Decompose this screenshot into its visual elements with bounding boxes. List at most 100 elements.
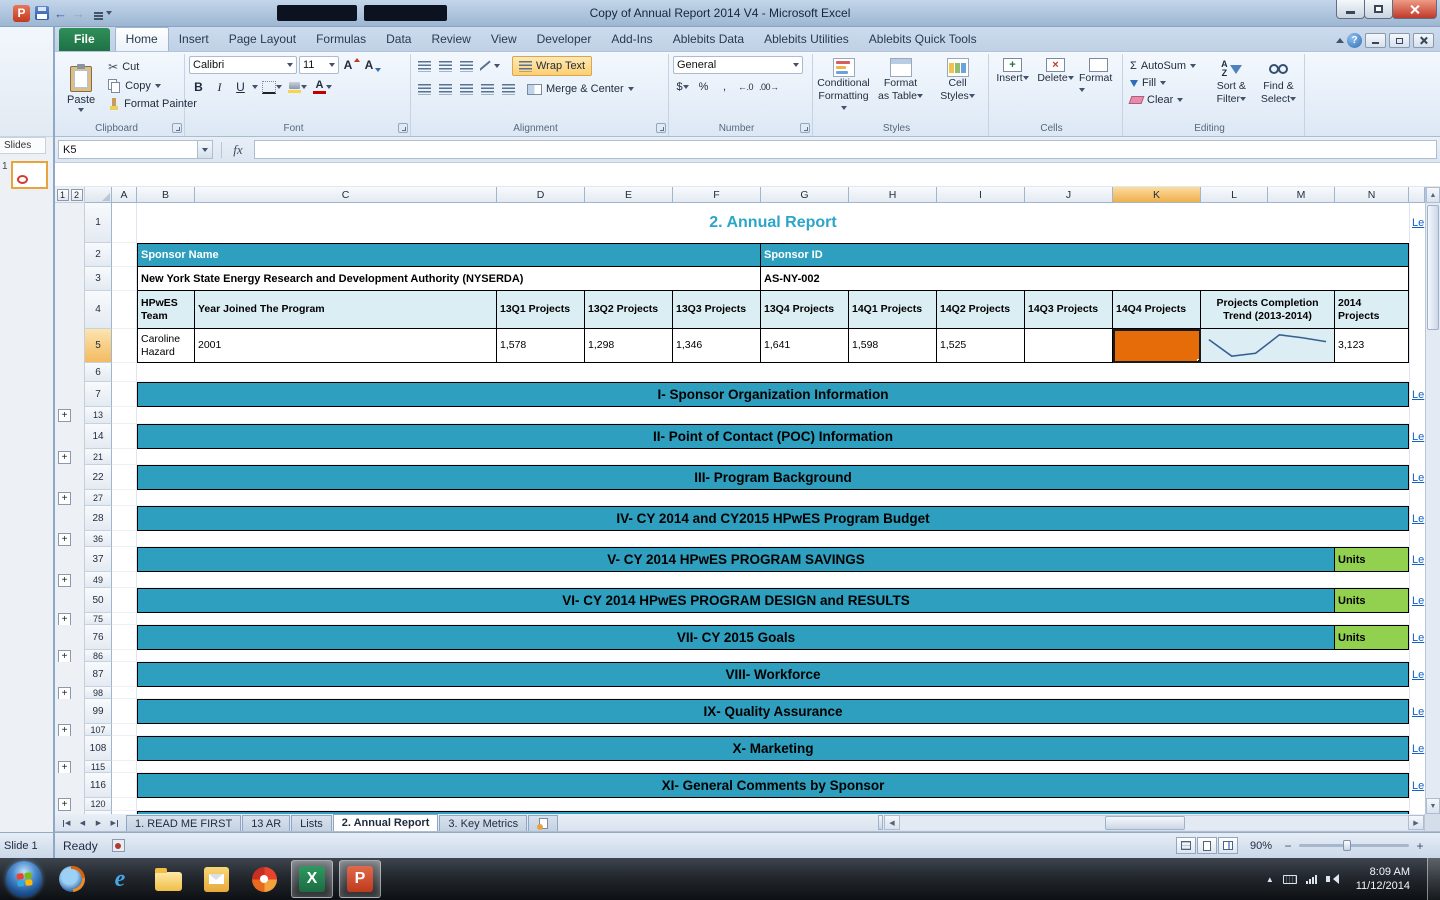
cell[interactable] xyxy=(137,531,1409,547)
table-header-cell[interactable]: HPwES Team xyxy=(137,291,195,329)
sheet-tab-annual-report[interactable]: 2. Annual Report xyxy=(333,814,439,831)
row-header[interactable]: 22 xyxy=(85,465,112,490)
close-button[interactable] xyxy=(1392,0,1437,19)
taskbar-outlook-icon[interactable] xyxy=(195,860,237,898)
sponsor-name-cell[interactable]: New York State Energy Research and Devel… xyxy=(137,267,761,291)
row-header[interactable]: 115 xyxy=(85,761,112,773)
align-left-button[interactable] xyxy=(415,80,434,98)
cell[interactable] xyxy=(112,407,137,424)
sort-filter-button[interactable]: AZ Sort & Filter xyxy=(1210,56,1253,121)
outline-expand-button[interactable]: + xyxy=(58,492,71,505)
horizontal-scroll-thumb[interactable] xyxy=(1105,816,1185,830)
wrap-text-button[interactable]: Wrap Text xyxy=(512,56,592,76)
tab-file[interactable]: File xyxy=(59,28,110,51)
data-cell[interactable]: 1,346 xyxy=(673,329,761,363)
bold-button[interactable]: B xyxy=(189,78,208,96)
cell[interactable] xyxy=(112,625,137,650)
workbook-close-button[interactable] xyxy=(1413,33,1434,48)
decrease-decimal-button[interactable]: .00→ xyxy=(757,78,781,96)
grow-font-button[interactable]: A xyxy=(341,56,360,74)
macro-record-icon[interactable] xyxy=(112,839,125,852)
workbook-minimize-button[interactable] xyxy=(1365,33,1386,48)
shrink-font-button[interactable]: A xyxy=(362,56,381,74)
minimize-ribbon-icon[interactable] xyxy=(1336,38,1344,43)
table-header-cell[interactable]: Year Joined The Program xyxy=(195,291,497,329)
outline-level-2-button[interactable]: 2 xyxy=(71,189,83,201)
row-header[interactable]: 49 xyxy=(85,572,112,588)
clear-button[interactable]: Clear xyxy=(1127,93,1206,107)
cell[interactable] xyxy=(112,724,137,736)
cell[interactable] xyxy=(112,382,137,407)
outline-expand-button[interactable]: + xyxy=(58,761,71,774)
row-header[interactable]: 14 xyxy=(85,424,112,449)
fill-button[interactable]: Fill xyxy=(1127,76,1206,90)
network-tray-icon[interactable] xyxy=(1306,875,1317,884)
column-header[interactable]: I xyxy=(937,187,1025,203)
cell[interactable] xyxy=(112,650,137,662)
row-header[interactable]: 1 xyxy=(85,203,112,243)
sponsor-id-header-cell[interactable]: Sponsor ID xyxy=(761,243,1409,267)
legend-link[interactable]: Le xyxy=(1410,554,1424,566)
taskbar-explorer-icon[interactable] xyxy=(147,860,189,898)
volume-tray-icon[interactable] xyxy=(1326,874,1339,884)
row-header[interactable]: 3 xyxy=(85,267,112,291)
legend-link[interactable]: Le xyxy=(1410,217,1424,229)
sheet-tab-read-me-first[interactable]: 1. READ ME FIRST xyxy=(126,815,241,831)
row-header[interactable]: 86 xyxy=(85,650,112,662)
units-cell[interactable]: Units xyxy=(1335,547,1409,572)
outline-expand-button[interactable]: + xyxy=(58,687,71,700)
increase-indent-button[interactable] xyxy=(499,80,518,98)
tab-ablebits-data[interactable]: Ablebits Data xyxy=(663,28,754,51)
table-header-cell[interactable]: 14Q3 Projects xyxy=(1025,291,1113,329)
cell[interactable] xyxy=(112,798,137,811)
table-header-cell[interactable]: 2014 Projects xyxy=(1335,291,1409,329)
cell[interactable] xyxy=(112,203,137,243)
sheet-tab-lists[interactable]: Lists xyxy=(291,815,332,831)
column-header[interactable]: F xyxy=(673,187,761,203)
workbook-restore-button[interactable] xyxy=(1389,33,1410,48)
cell[interactable] xyxy=(137,407,1409,424)
legend-link[interactable]: Le xyxy=(1410,389,1424,401)
legend-link[interactable]: Le xyxy=(1410,632,1424,644)
outline-level-1-button[interactable]: 1 xyxy=(57,189,69,201)
taskbar-firefox-icon[interactable] xyxy=(51,860,93,898)
row-header[interactable]: 28 xyxy=(85,506,112,531)
row-header[interactable]: 107 xyxy=(85,724,112,736)
column-header[interactable]: J xyxy=(1025,187,1113,203)
outline-expand-button[interactable]: + xyxy=(58,409,71,422)
row-header[interactable]: 75 xyxy=(85,613,112,625)
data-cell[interactable]: Caroline Hazard xyxy=(137,329,195,363)
column-header-selected[interactable]: K xyxy=(1113,187,1201,203)
row-header[interactable]: 116 xyxy=(85,773,112,798)
section-bar[interactable]: II- Point of Contact (POC) Information xyxy=(137,424,1409,449)
tab-insert[interactable]: Insert xyxy=(169,28,219,51)
data-cell[interactable]: 1,578 xyxy=(497,329,585,363)
row-header[interactable]: 2 xyxy=(85,243,112,267)
excel-title-bar[interactable]: P ← → Copy of Annual Report 2014 V4 - Mi… xyxy=(0,0,1440,27)
insert-worksheet-button[interactable] xyxy=(528,815,558,831)
cell[interactable] xyxy=(112,531,137,547)
insert-cells-button[interactable]: + Insert xyxy=(993,56,1032,121)
scroll-right-button[interactable]: ▶ xyxy=(1408,815,1424,830)
sheet-title-cell[interactable]: 2. Annual Report xyxy=(137,203,1409,243)
align-right-button[interactable] xyxy=(457,80,476,98)
minimize-button[interactable] xyxy=(1336,0,1365,19)
cell[interactable] xyxy=(112,449,137,465)
section-bar[interactable]: III- Program Background xyxy=(137,465,1409,490)
font-color-button[interactable]: A xyxy=(311,78,334,96)
row-header-selected[interactable]: 5 xyxy=(85,329,112,363)
cell[interactable] xyxy=(112,613,137,625)
cell[interactable] xyxy=(112,267,137,291)
name-box[interactable]: K5 xyxy=(58,140,198,159)
vertical-scroll-thumb[interactable] xyxy=(1427,205,1439,330)
outline-expand-button[interactable]: + xyxy=(58,574,71,587)
cell[interactable] xyxy=(112,547,137,572)
comma-style-button[interactable]: , xyxy=(715,78,734,96)
table-header-cell[interactable]: Projects Completion Trend (2013-2014) xyxy=(1201,291,1335,329)
page-layout-view-button[interactable] xyxy=(1197,837,1217,854)
outline-expand-button[interactable]: + xyxy=(58,650,71,663)
units-cell[interactable]: Units xyxy=(1335,625,1409,650)
formula-input[interactable] xyxy=(254,140,1437,159)
normal-view-button[interactable] xyxy=(1176,837,1196,854)
column-header[interactable]: M xyxy=(1268,187,1335,203)
